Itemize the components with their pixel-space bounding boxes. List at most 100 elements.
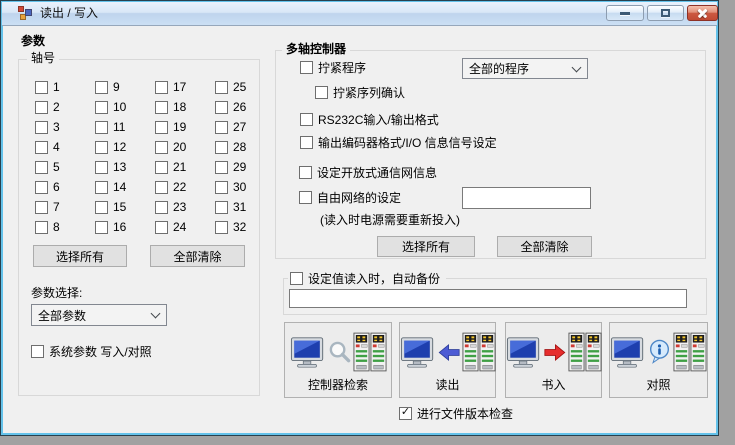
- write-label: 书入: [541, 378, 566, 392]
- axis-checkbox-24[interactable]: 24: [155, 220, 215, 234]
- write-button[interactable]: 书入: [505, 322, 602, 398]
- axis-checkbox-4[interactable]: 4: [35, 140, 95, 154]
- param-select-combobox[interactable]: 全部参数: [31, 304, 167, 326]
- read-button[interactable]: 读出: [399, 322, 496, 398]
- axis-checkbox-22[interactable]: 22: [155, 180, 215, 194]
- maximize-button[interactable]: [647, 5, 684, 21]
- axis-checkbox-1[interactable]: 1: [35, 80, 95, 94]
- axis-checkbox-16[interactable]: 16: [95, 220, 155, 234]
- axis-number-label: 9: [113, 80, 120, 94]
- axis-number-label: 26: [233, 100, 247, 114]
- axis-checkbox-7[interactable]: 7: [35, 200, 95, 214]
- axis-checkbox-30[interactable]: 30: [215, 180, 275, 194]
- axis-checkbox-29[interactable]: 29: [215, 160, 275, 174]
- axis-number-label: 30: [233, 180, 247, 194]
- compare-label: 对照: [646, 378, 671, 392]
- arrow-left-blue-icon: [438, 343, 460, 361]
- rs232c-checkbox[interactable]: RS232C输入/输出格式: [300, 112, 439, 127]
- auto-backup-checkbox[interactable]: 设定值读入时，自动备份: [288, 271, 447, 286]
- axis-checkbox-9[interactable]: 9: [95, 80, 155, 94]
- title-bar[interactable]: 读出 / 写入: [2, 2, 718, 26]
- controller-search-button[interactable]: 控制器检索: [284, 322, 392, 398]
- checkbox-icon: [299, 165, 312, 179]
- axis-checkbox-19[interactable]: 19: [155, 120, 215, 134]
- axis-checkbox-20[interactable]: 20: [155, 140, 215, 154]
- tighten-program-checkbox[interactable]: 拧紧程序: [300, 60, 366, 75]
- minimize-button[interactable]: [606, 5, 644, 21]
- file-version-check-checkbox[interactable]: 进行文件版本检查: [399, 406, 514, 421]
- axis-checkbox-17[interactable]: 17: [155, 80, 215, 94]
- axis-checkbox-12[interactable]: 12: [95, 140, 155, 154]
- file-version-check-label: 进行文件版本检查: [417, 406, 514, 421]
- checkbox-icon: [35, 220, 48, 234]
- axis-number-label: 14: [113, 180, 127, 194]
- axis-checkbox-14[interactable]: 14: [95, 180, 155, 194]
- free-network-label: 自由网络的设定: [317, 190, 402, 205]
- axis-checkbox-6[interactable]: 6: [35, 180, 95, 194]
- axis-checkbox-3[interactable]: 3: [35, 120, 95, 134]
- encoder-format-checkbox[interactable]: 输出编码器格式/I/O 信息信号设定: [300, 135, 497, 150]
- axis-checkbox-11[interactable]: 11: [95, 120, 155, 134]
- checkbox-icon: [155, 120, 168, 134]
- axis-checkbox-27[interactable]: 27: [215, 120, 275, 134]
- open-network-checkbox[interactable]: 设定开放式通信网信息: [299, 165, 437, 180]
- rs232c-label: RS232C输入/输出格式: [318, 112, 439, 127]
- free-network-checkbox[interactable]: 自由网络的设定: [299, 190, 402, 205]
- axis-checkbox-26[interactable]: 26: [215, 100, 275, 114]
- axis-checkbox-25[interactable]: 25: [215, 80, 275, 94]
- axis-number-label: 29: [233, 160, 247, 174]
- param-select-label: 参数选择:: [31, 286, 83, 300]
- program-select-combobox[interactable]: 全部的程序: [462, 58, 588, 79]
- checkbox-icon: [95, 200, 108, 214]
- axis-number-label: 27: [233, 120, 247, 134]
- free-network-input[interactable]: [462, 187, 591, 209]
- checkbox-icon: [215, 80, 228, 94]
- backup-path-input[interactable]: [289, 289, 687, 308]
- read-label: 读出: [435, 378, 460, 392]
- checkbox-icon: [95, 160, 108, 174]
- axis-checkbox-10[interactable]: 10: [95, 100, 155, 114]
- checkbox-icon: [215, 100, 228, 114]
- chevron-down-icon: [150, 308, 161, 319]
- axis-checkbox-21[interactable]: 21: [155, 160, 215, 174]
- axis-number-label: 7: [53, 200, 60, 214]
- controller-search-icon-row: [290, 326, 387, 378]
- axis-checkbox-13[interactable]: 13: [95, 160, 155, 174]
- checkbox-checked-icon: [399, 406, 412, 420]
- axis-checkbox-5[interactable]: 5: [35, 160, 95, 174]
- axis-checkbox-2[interactable]: 2: [35, 100, 95, 114]
- axis-checkbox-23[interactable]: 23: [155, 200, 215, 214]
- axis-checkbox-32[interactable]: 32: [215, 220, 275, 234]
- controller-clear-all-button[interactable]: 全部清除: [497, 236, 592, 257]
- controller-units-icon: [461, 332, 496, 372]
- checkbox-icon: [35, 180, 48, 194]
- controller-select-all-button[interactable]: 选择所有: [377, 236, 475, 257]
- system-param-checkbox[interactable]: 系统参数 写入/对照: [31, 344, 152, 359]
- computer-icon: [610, 336, 644, 368]
- computer-icon: [400, 336, 433, 368]
- axis-checkbox-8[interactable]: 8: [35, 220, 95, 234]
- axis-select-all-button[interactable]: 选择所有: [33, 245, 127, 267]
- chevron-down-icon: [571, 62, 582, 72]
- checkbox-icon: [290, 271, 303, 285]
- window-title: 读出 / 写入: [40, 6, 99, 20]
- checkbox-icon: [95, 80, 108, 94]
- checkbox-icon: [215, 220, 228, 234]
- sequence-confirm-checkbox[interactable]: 拧紧序列确认: [315, 85, 406, 100]
- checkbox-icon: [300, 112, 313, 126]
- axis-group-caption: 轴号: [27, 51, 60, 66]
- axis-checkbox-28[interactable]: 28: [215, 140, 275, 154]
- sequence-confirm-label: 拧紧序列确认: [333, 85, 406, 100]
- compare-button[interactable]: 对照: [609, 322, 708, 398]
- axis-checkbox-15[interactable]: 15: [95, 200, 155, 214]
- checkbox-icon: [35, 80, 48, 94]
- close-button[interactable]: [687, 5, 718, 21]
- axis-checkbox-31[interactable]: 31: [215, 200, 275, 214]
- controller-units-icon: [352, 332, 387, 372]
- checkbox-icon: [155, 180, 168, 194]
- axis-clear-all-button[interactable]: 全部清除: [150, 245, 245, 267]
- checkbox-icon: [300, 135, 313, 149]
- axis-number-label: 17: [173, 80, 187, 94]
- checkbox-icon: [215, 160, 228, 174]
- axis-checkbox-18[interactable]: 18: [155, 100, 215, 114]
